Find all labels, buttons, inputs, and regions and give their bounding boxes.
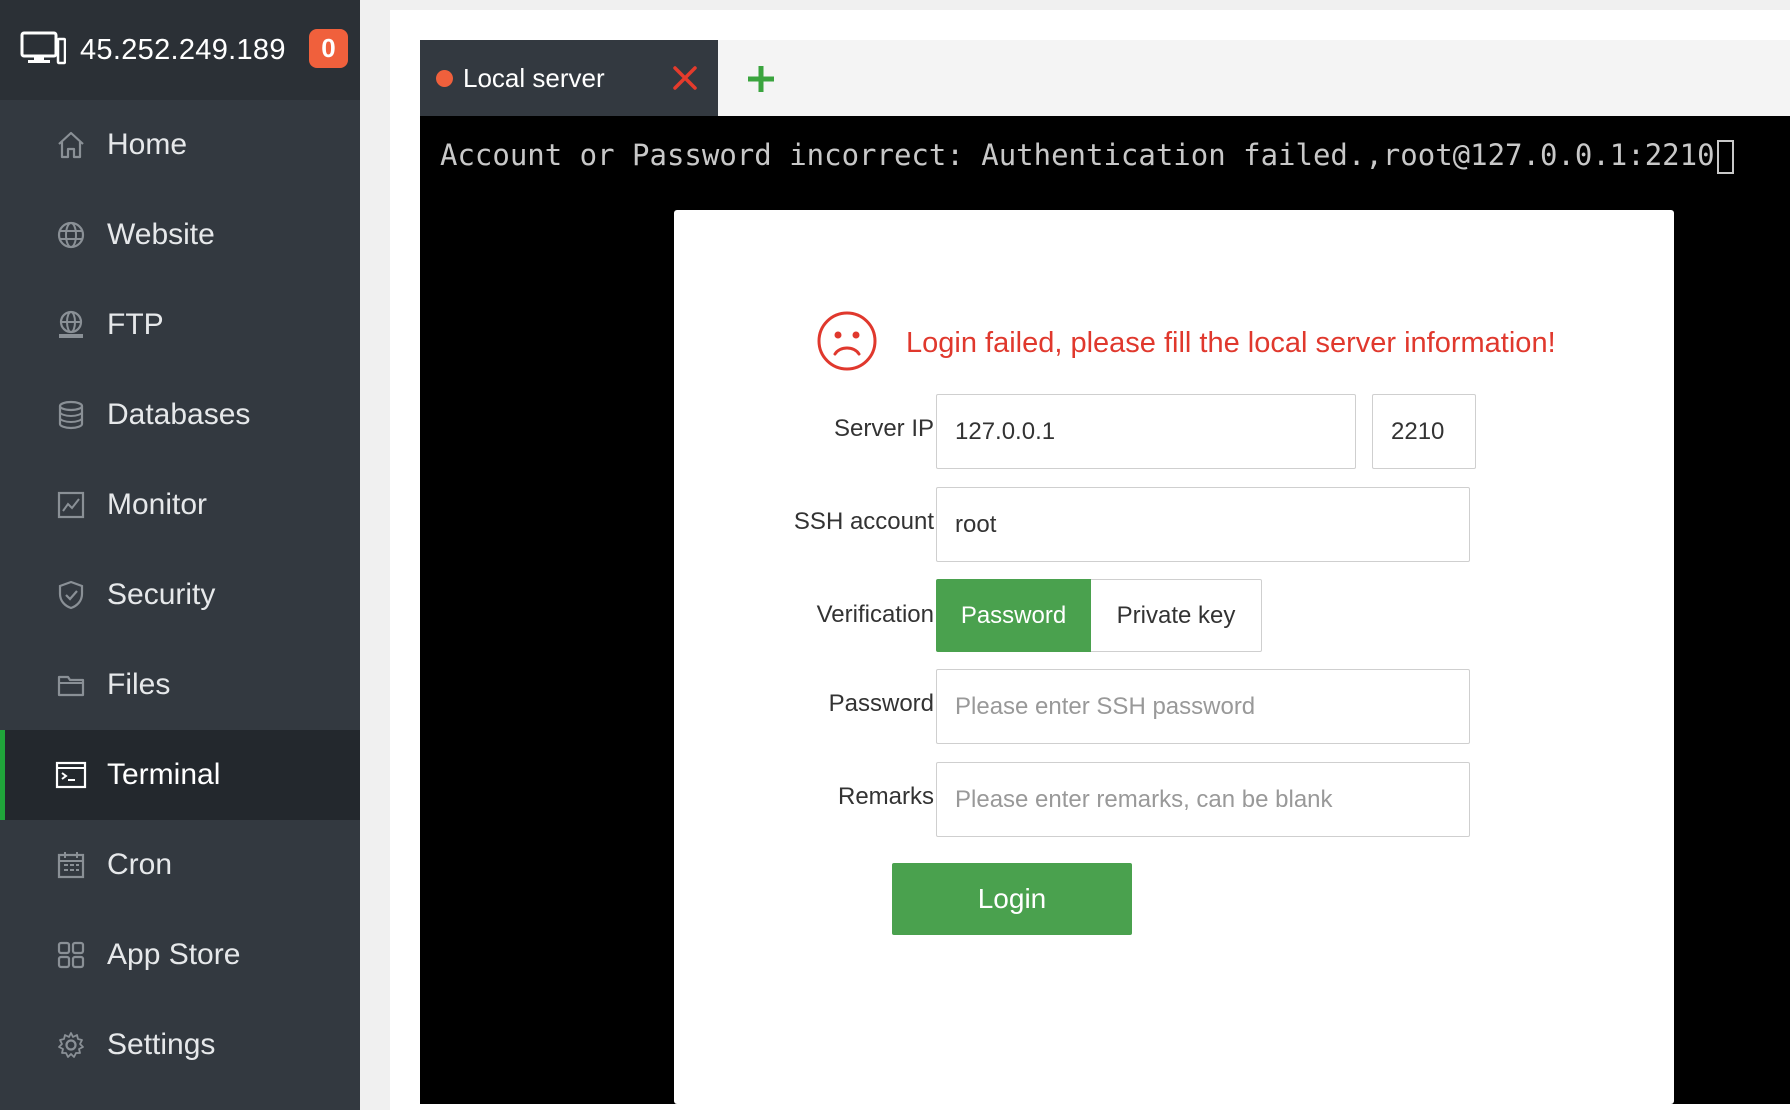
terminal-output-text: Account or Password incorrect: Authentic… bbox=[440, 138, 1715, 172]
sidebar-item-app-store[interactable]: App Store bbox=[0, 910, 360, 1000]
server-ip-input[interactable] bbox=[936, 394, 1356, 469]
globe-icon bbox=[54, 218, 88, 252]
main-content: Local server Account or Password incorre… bbox=[390, 10, 1790, 1110]
computer-icon bbox=[20, 31, 67, 70]
terminal-cursor bbox=[1716, 140, 1734, 174]
password-input[interactable] bbox=[936, 669, 1470, 744]
gear-icon bbox=[54, 1028, 88, 1062]
sidebar-item-label: Files bbox=[107, 668, 171, 701]
error-message: Login failed, please fill the local serv… bbox=[906, 327, 1556, 359]
monitor-chart-icon bbox=[54, 488, 88, 522]
login-button[interactable]: Login bbox=[892, 863, 1132, 935]
terminal-screen[interactable]: Account or Password incorrect: Authentic… bbox=[420, 116, 1790, 1104]
private-key-option-button[interactable]: Private key bbox=[1091, 579, 1262, 652]
ftp-globe-icon bbox=[54, 308, 88, 342]
shield-icon bbox=[54, 578, 88, 612]
login-dialog: Login failed, please fill the local serv… bbox=[674, 210, 1674, 1104]
sidebar-item-home[interactable]: Home bbox=[0, 100, 360, 190]
password-label: Password bbox=[828, 690, 934, 717]
sidebar-item-website[interactable]: Website bbox=[0, 190, 360, 280]
sidebar-item-label: Terminal bbox=[107, 758, 221, 791]
status-dot bbox=[436, 70, 453, 87]
terminal-output: Account or Password incorrect: Authentic… bbox=[440, 138, 1734, 174]
verification-label: Verification bbox=[816, 601, 934, 628]
verification-toggle: Password Private key bbox=[936, 579, 1262, 652]
port-input[interactable] bbox=[1372, 394, 1476, 469]
tab-label: Local server bbox=[463, 63, 605, 93]
database-icon bbox=[54, 398, 88, 432]
sidebar-item-settings[interactable]: Settings bbox=[0, 1000, 360, 1090]
sidebar-menu: Home Website FTP Databases Monitor Secur… bbox=[0, 100, 360, 1090]
sad-face-icon bbox=[816, 310, 878, 377]
sidebar-item-label: Settings bbox=[107, 1028, 216, 1061]
home-icon bbox=[54, 128, 88, 162]
sidebar-item-monitor[interactable]: Monitor bbox=[0, 460, 360, 550]
sidebar-item-terminal[interactable]: Terminal bbox=[0, 730, 360, 820]
remarks-label: Remarks bbox=[837, 783, 934, 810]
sidebar-item-label: App Store bbox=[107, 938, 241, 971]
sidebar-item-cron[interactable]: Cron bbox=[0, 820, 360, 910]
terminal-icon bbox=[54, 758, 88, 792]
grid-icon bbox=[54, 938, 88, 972]
server-host: 45.252.249.189 bbox=[80, 33, 286, 66]
sidebar-item-label: FTP bbox=[107, 308, 164, 341]
folder-icon bbox=[54, 668, 88, 702]
password-option-button[interactable]: Password bbox=[936, 579, 1091, 652]
ssh-account-input[interactable] bbox=[936, 487, 1470, 562]
sidebar-item-label: Monitor bbox=[107, 488, 208, 521]
error-row: Login failed, please fill the local serv… bbox=[816, 310, 1556, 377]
close-icon[interactable] bbox=[668, 61, 702, 95]
terminal-tab-bar: Local server bbox=[420, 40, 1790, 117]
plus-icon[interactable] bbox=[742, 60, 780, 98]
remarks-input[interactable] bbox=[936, 762, 1470, 837]
server-ip-label: Server IP bbox=[833, 415, 934, 442]
calendar-icon bbox=[54, 848, 88, 882]
tab-local-server[interactable]: Local server bbox=[420, 40, 718, 117]
notification-badge[interactable]: 0 bbox=[309, 29, 348, 68]
server-header: 45.252.249.189 0 bbox=[0, 0, 360, 100]
ssh-account-label: SSH account bbox=[793, 508, 934, 535]
sidebar-item-files[interactable]: Files bbox=[0, 640, 360, 730]
sidebar-item-label: Databases bbox=[107, 398, 251, 431]
sidebar-item-ftp[interactable]: FTP bbox=[0, 280, 360, 370]
sidebar: 45.252.249.189 0 Home Website FTP Databa… bbox=[0, 0, 360, 1110]
sidebar-item-label: Cron bbox=[107, 848, 173, 881]
sidebar-item-label: Website bbox=[107, 218, 215, 251]
sidebar-item-security[interactable]: Security bbox=[0, 550, 360, 640]
sidebar-item-label: Security bbox=[107, 578, 216, 611]
sidebar-item-label: Home bbox=[107, 128, 188, 161]
sidebar-item-databases[interactable]: Databases bbox=[0, 370, 360, 460]
